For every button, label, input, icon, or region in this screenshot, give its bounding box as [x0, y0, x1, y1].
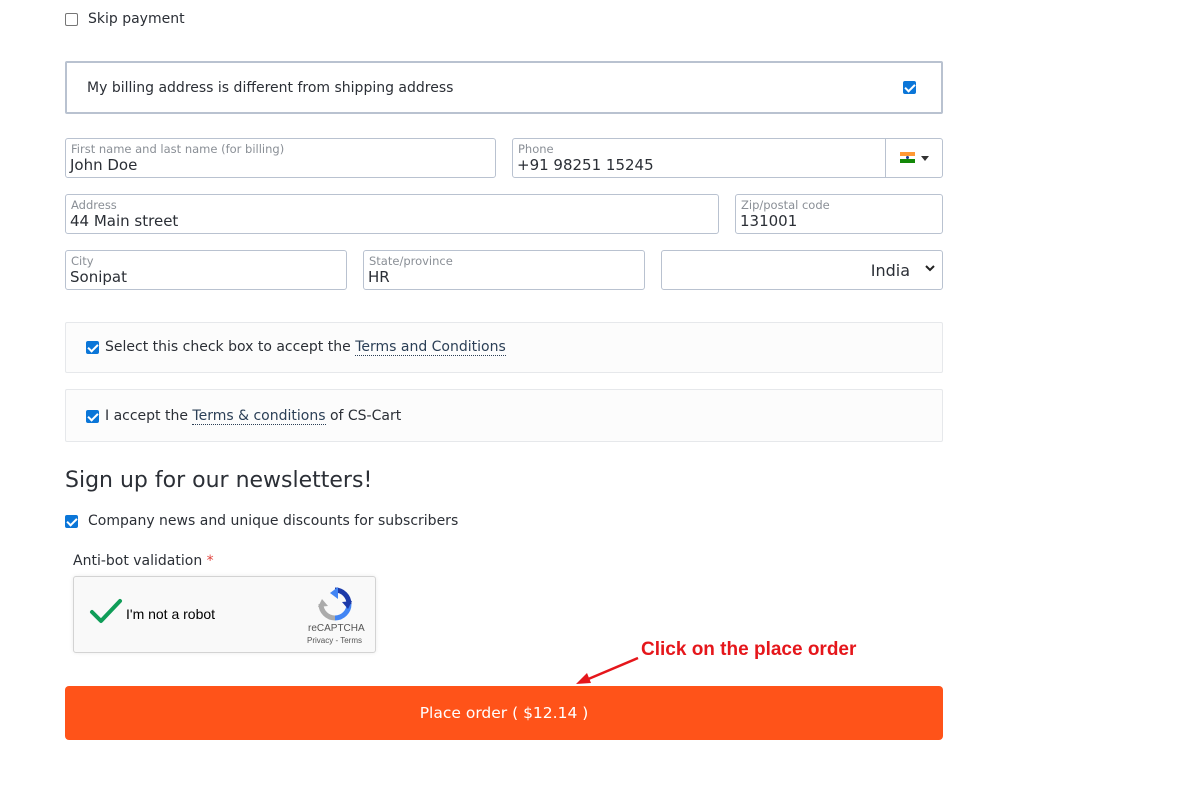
billing-name-field[interactable]: First name and last name (for billing) J… [65, 138, 496, 178]
billing-address-value: 44 Main street [70, 212, 179, 230]
billing-name-value: John Doe [70, 156, 138, 174]
accept-cscart-terms-prefix: I accept the [105, 408, 193, 424]
accept-terms-prefix: Select this check box to accept the [105, 339, 356, 355]
antibot-label-text: Anti-bot validation [73, 553, 203, 569]
newsletter-option-label: Company news and unique discounts for su… [88, 513, 459, 529]
red-arrow-icon [576, 656, 639, 684]
accept-terms-checkbox[interactable] [86, 341, 99, 354]
cscart-terms-link[interactable]: Terms & conditions [192, 408, 326, 425]
accept-cscart-terms-label: I accept the Terms & conditions of CS-Ca… [105, 408, 402, 425]
recaptcha-widget[interactable]: I'm not a robot reCAPTCHA Privacy - Term… [73, 576, 376, 653]
skip-payment-checkbox[interactable] [65, 13, 78, 26]
billing-state-value: HR [368, 268, 390, 286]
green-checkmark-icon[interactable] [89, 597, 123, 627]
billing-name-label: First name and last name (for billing) [71, 142, 285, 156]
recaptcha-links: Privacy - Terms [307, 636, 362, 645]
billing-address-label: Address [71, 198, 117, 212]
billing-state-field[interactable]: State/province HR [363, 250, 645, 290]
billing-address-field[interactable]: Address 44 Main street [65, 194, 719, 234]
accept-cscart-terms-suffix: of CS-Cart [325, 408, 402, 424]
billing-zip-label: Zip/postal code [741, 198, 830, 212]
recaptcha-logo-icon [318, 587, 352, 621]
recaptcha-terms-link[interactable]: Terms [340, 636, 362, 645]
billing-city-value: Sonipat [70, 268, 127, 286]
chevron-down-icon [925, 265, 935, 272]
country-code-dropdown[interactable] [885, 139, 942, 177]
recaptcha-privacy-link[interactable]: Privacy [307, 636, 333, 645]
place-order-button[interactable]: Place order ( $12.14 ) [65, 686, 943, 740]
caret-down-icon [921, 156, 929, 161]
required-mark: * [206, 553, 214, 569]
terms-box-1: Select this check box to accept the Term… [65, 322, 943, 373]
newsletter-title: Sign up for our newsletters! [65, 468, 373, 493]
india-flag-icon [900, 152, 915, 163]
billing-different-label: My billing address is different from shi… [87, 80, 454, 96]
billing-different-checkbox[interactable] [903, 81, 916, 94]
billing-state-label: State/province [369, 254, 453, 268]
billing-country-select[interactable]: India [661, 250, 943, 290]
terms-box-2: I accept the Terms & conditions of CS-Ca… [65, 389, 943, 442]
billing-city-label: City [71, 254, 94, 268]
billing-phone-label: Phone [518, 142, 554, 156]
accept-cscart-terms-checkbox[interactable] [86, 410, 99, 423]
accept-terms-label: Select this check box to accept the Term… [105, 339, 506, 356]
terms-and-conditions-link[interactable]: Terms and Conditions [355, 339, 506, 356]
billing-phone-value: +91 98251 15245 [517, 156, 654, 174]
skip-payment-label: Skip payment [88, 11, 185, 27]
instruction-annotation: Click on the place order [641, 639, 857, 660]
billing-country-value: India [870, 261, 910, 280]
billing-phone-field[interactable]: Phone +91 98251 15245 [512, 138, 943, 178]
recaptcha-brand: reCAPTCHA [308, 623, 365, 634]
billing-different-box[interactable]: My billing address is different from shi… [65, 61, 943, 114]
antibot-label: Anti-bot validation * [73, 553, 214, 569]
billing-zip-value: 131001 [740, 212, 798, 230]
newsletter-checkbox[interactable] [65, 515, 78, 528]
billing-zip-field[interactable]: Zip/postal code 131001 [735, 194, 943, 234]
recaptcha-label: I'm not a robot [126, 606, 216, 622]
billing-city-field[interactable]: City Sonipat [65, 250, 347, 290]
